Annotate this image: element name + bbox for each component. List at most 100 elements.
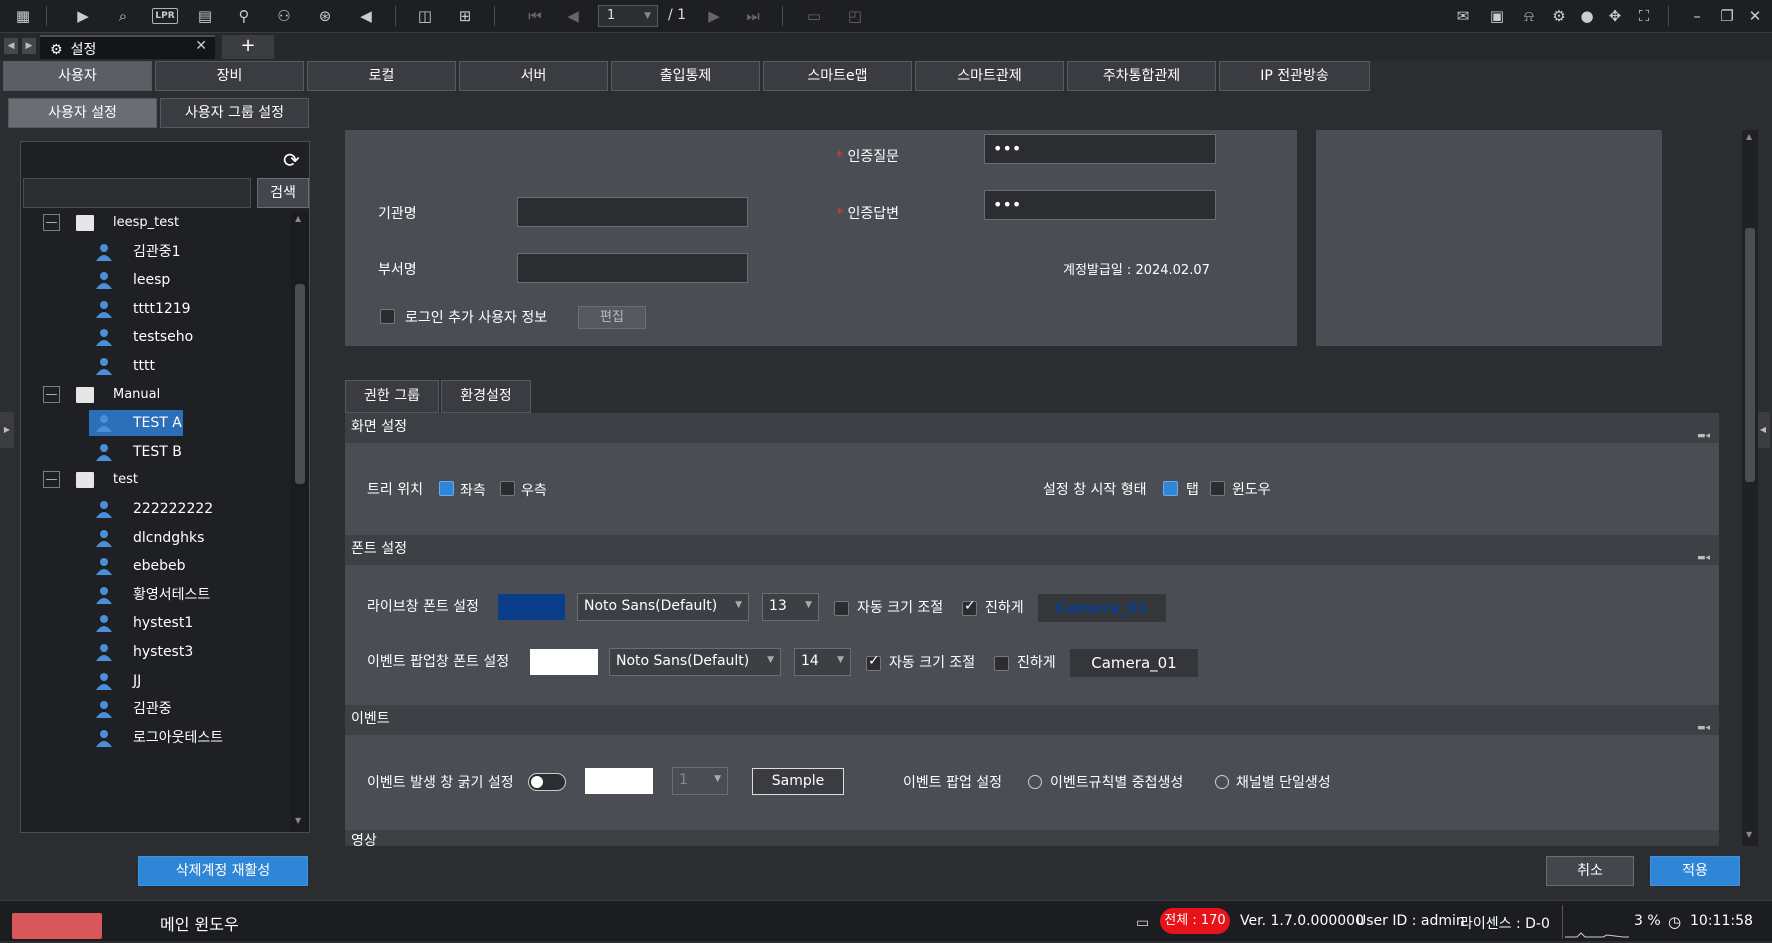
tree-user[interactable]: 김관중 (79, 696, 279, 722)
add-tab-button[interactable]: + (222, 35, 274, 59)
popup-per-channel-radio[interactable] (1215, 775, 1229, 789)
person-search-icon[interactable]: ⚲ (233, 6, 255, 26)
event-settings-header[interactable]: 이벤트 ▬◂ (345, 705, 1719, 735)
tab-ip-broadcast[interactable]: IP 전관방송 (1219, 61, 1370, 91)
tree-user[interactable]: 김관중1 (79, 239, 279, 265)
user-icon[interactable]: ● (1576, 6, 1598, 26)
apps-grid-icon[interactable]: ▦ (12, 6, 34, 26)
tree-left-radio[interactable] (439, 481, 454, 496)
tab-parking[interactable]: 주차통합관제 (1067, 61, 1216, 91)
search-input[interactable] (23, 178, 251, 208)
restore-deleted-account-button[interactable]: 삭제계정 재활성 (138, 856, 308, 886)
total-count-badge[interactable]: 전체 : 170 (1160, 908, 1230, 934)
collapse-icon[interactable]: — (43, 214, 60, 231)
live-play-icon[interactable]: ▶ (72, 6, 94, 26)
scrollbar-thumb[interactable] (1745, 228, 1755, 482)
content-scrollbar[interactable]: ▲ ▼ (1742, 130, 1758, 846)
tree-user[interactable]: TEST B (79, 439, 279, 465)
dept-field[interactable] (517, 253, 748, 283)
tree-user[interactable]: hystest3 (79, 639, 279, 665)
tab-local[interactable]: 로컬 (307, 61, 456, 91)
tab-scroll-left-icon[interactable]: ◀ (4, 38, 18, 54)
tab-permission-group[interactable]: 권한 그룹 (345, 380, 439, 413)
map-icon[interactable]: ▤ (194, 6, 216, 26)
start-window-radio[interactable] (1210, 481, 1225, 496)
live-size-select[interactable]: 13 ▼ (762, 593, 819, 621)
popup-per-rule-radio[interactable] (1028, 775, 1042, 789)
search-button[interactable]: 검색 (257, 178, 309, 208)
scroll-down-icon[interactable]: ▼ (295, 816, 301, 825)
tab-server[interactable]: 서버 (459, 61, 608, 91)
tree-user[interactable]: hystest1 (79, 610, 279, 636)
tab-environment[interactable]: 환경설정 (441, 380, 531, 413)
live-bold-checkbox[interactable] (962, 598, 977, 616)
auth-answer-field[interactable]: ••• (984, 190, 1216, 220)
tab-user[interactable]: 사용자 (3, 61, 152, 91)
tree-group[interactable]: — leesp_test (21, 210, 289, 236)
scroll-up-icon[interactable]: ▲ (1746, 132, 1752, 141)
tree-user[interactable]: dlcndghks (79, 525, 279, 551)
gear-icon[interactable]: ⚙ (1548, 6, 1570, 26)
next-page-icon[interactable]: ▶ (703, 6, 725, 26)
close-icon[interactable]: ✕ (195, 38, 207, 54)
right-panel-toggle-icon[interactable]: ◀ (1756, 412, 1770, 448)
edit-button[interactable]: 편집 (578, 306, 646, 329)
fullscreen-icon[interactable]: ⛶ (1633, 6, 1655, 26)
tab-smart-emap[interactable]: 스마트e맵 (763, 61, 912, 91)
tree-right-radio[interactable] (500, 481, 515, 496)
collapse-icon[interactable]: ▬◂ (1697, 544, 1711, 563)
tab-smart-control[interactable]: 스마트관제 (915, 61, 1064, 91)
apply-button[interactable]: 적용 (1650, 856, 1740, 886)
playback-search-icon[interactable]: ⌕ (112, 6, 134, 26)
event-list-icon[interactable]: ▣ (1486, 6, 1508, 26)
move-icon[interactable]: ✥ (1604, 6, 1626, 26)
collapse-icon[interactable]: ▬◂ (1697, 714, 1711, 733)
sample-button[interactable]: Sample (752, 768, 844, 795)
tab-scroll-right-icon[interactable]: ▶ (22, 38, 36, 54)
tab-settings[interactable]: ⚙ 설정 ✕ (40, 35, 215, 59)
scroll-down-icon[interactable]: ▼ (1746, 830, 1752, 839)
add-camera-icon[interactable]: ⊞ (454, 6, 476, 26)
event-font-select[interactable]: Noto Sans(Default) ▼ (609, 648, 781, 676)
live-font-color-swatch[interactable] (498, 594, 565, 620)
alarm-icon[interactable]: ⍾ (1518, 6, 1540, 26)
tab-user-group-settings[interactable]: 사용자 그룹 설정 (160, 98, 309, 128)
auth-question-field[interactable]: ••• (984, 134, 1216, 164)
scrollbar-thumb[interactable] (295, 284, 305, 484)
screen-settings-header[interactable]: 화면 설정 ▬◂ (345, 413, 1719, 443)
login-extra-checkbox[interactable] (380, 309, 395, 324)
tree-user[interactable]: tttt (79, 353, 279, 379)
minimize-icon[interactable]: – (1686, 6, 1708, 26)
tree-user[interactable]: JJ (79, 668, 279, 694)
tree-user[interactable]: 로그아웃테스트 (79, 725, 279, 751)
page-number-input[interactable]: 1 ▼ (598, 5, 658, 27)
tree-group[interactable]: — Manual (21, 382, 289, 408)
chat-icon[interactable]: ✉ (1452, 6, 1474, 26)
monitor-icon[interactable]: ▭ (803, 6, 825, 26)
restore-icon[interactable]: ❐ (1716, 6, 1738, 26)
tab-user-settings[interactable]: 사용자 설정 (8, 98, 157, 128)
last-page-icon[interactable]: ⏭ (742, 6, 764, 26)
live-font-select[interactable]: Noto Sans(Default) ▼ (577, 593, 749, 621)
left-panel-toggle-icon[interactable]: ▶ (0, 412, 14, 448)
event-auto-size-checkbox[interactable] (866, 653, 881, 671)
live-auto-size-checkbox[interactable] (834, 601, 849, 616)
event-bold-checkbox[interactable] (994, 656, 1009, 671)
cancel-button[interactable]: 취소 (1546, 856, 1634, 886)
start-tab-radio[interactable] (1163, 481, 1178, 496)
tree-user[interactable]: testseho (79, 324, 279, 350)
video-settings-header[interactable]: 영상 (345, 830, 1719, 846)
event-size-select[interactable]: 14 ▼ (794, 648, 851, 676)
refresh-icon[interactable]: ⟳ (283, 148, 300, 172)
collapse-icon[interactable]: — (43, 385, 60, 403)
collapse-icon[interactable]: — (43, 471, 60, 489)
tree-user[interactable]: TEST A (89, 410, 183, 437)
tree-user[interactable]: ebebeb (79, 553, 279, 579)
font-settings-header[interactable]: 폰트 설정 ▬◂ (345, 535, 1719, 565)
snapshot-icon[interactable]: ◰ (844, 6, 866, 26)
bicycle-icon[interactable]: ⚇ (273, 6, 295, 26)
event-thickness-toggle[interactable] (528, 773, 566, 791)
location-search-icon[interactable]: ⊛ (314, 6, 336, 26)
close-icon[interactable]: ✕ (1744, 6, 1766, 26)
tree-group[interactable]: — test (21, 467, 289, 493)
